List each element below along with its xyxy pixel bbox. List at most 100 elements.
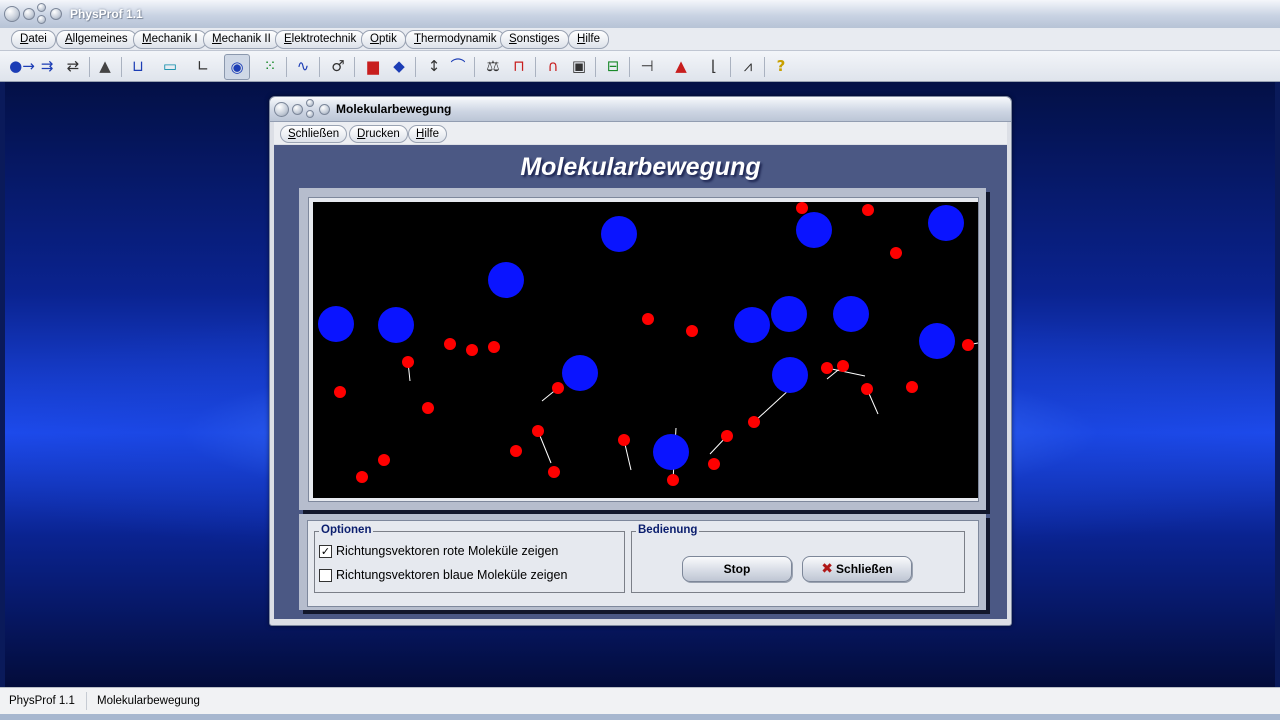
molecule-simulation [318,202,979,486]
control-frame: Optionen ✓ Richtungsvektoren rote Molekü… [307,520,979,607]
menu-mechanik-1[interactable]: Mechanik I [133,30,207,49]
collision-icon[interactable]: ●→ [9,54,35,78]
incline-icon[interactable]: ▲ [93,54,117,78]
container-icon[interactable]: ⊔ [126,54,150,78]
red-molecule [962,339,974,351]
dialog-minimize-button[interactable] [292,104,303,115]
red-molecule [444,338,456,350]
dialog-titlebar: Molekularbewegung [270,97,1011,122]
blue-molecule [562,355,598,391]
menu-sonstiges[interactable]: Sonstiges [500,30,569,49]
toolbar-separator [730,57,731,77]
red-molecule [548,466,560,478]
red-vectors-label[interactable]: Richtungsvektoren rote Moleküle zeigen [336,544,558,558]
menu-thermodynamik[interactable]: Thermodynamik [405,30,506,49]
window-menu-button[interactable] [50,8,62,20]
menu-hilfe[interactable]: Hilfe [568,30,610,49]
dialog-close-button[interactable] [274,102,289,117]
close-button[interactable]: ✖ Schließen [802,556,912,582]
close-button-label: Schließen [836,562,893,576]
menubar: Datei Allgemeines Mechanik I Mechanik II… [0,28,1280,51]
app-titlebar: PhysProf 1.1 [0,0,1280,29]
red-molecule [642,313,654,325]
red-molecule [667,474,679,486]
status-app-name: PhysProf 1.1 [9,695,75,707]
magnet-icon[interactable]: ∩ [541,54,565,78]
dialog-menu-button[interactable] [319,104,330,115]
toolbar-separator [629,57,630,77]
dialog-menu-schliessen[interactable]: Schließen [280,125,348,143]
options-group-label: Optionen [319,524,374,536]
blue-molecule [488,262,524,298]
spectrum-icon[interactable]: ⩘ [736,54,760,78]
menu-mechanik-2[interactable]: Mechanik II [203,30,280,49]
red-molecule [686,325,698,337]
diamond-icon[interactable]: ◆ [387,54,411,78]
blue-vectors-checkbox[interactable] [319,568,332,582]
window-bottom-edge [0,714,1280,720]
red-molecule [488,341,500,353]
blue-vectors-label[interactable]: Richtungsvektoren blaue Moleküle zeigen [336,568,567,582]
balance-icon[interactable]: ⇉ [35,54,59,78]
dialog-title: Molekularbewegung [336,102,452,116]
control-panel: Optionen ✓ Richtungsvektoren rote Molekü… [299,514,986,610]
blue-molecule [771,296,807,332]
menu-allgemeines[interactable]: Allgemeines [56,30,137,49]
options-group: Optionen ✓ Richtungsvektoren rote Molekü… [314,524,625,593]
blue-molecule [772,357,808,393]
toolbar-separator [415,57,416,77]
toolbar-separator [121,57,122,77]
blue-molecule [928,205,964,241]
red-molecule [552,382,564,394]
decay-icon[interactable]: ⌊ [702,54,726,78]
prism-icon[interactable]: ▲ [669,54,693,78]
blue-vectors-option[interactable]: Richtungsvektoren blaue Moleküle zeigen [319,568,567,582]
gender-icon[interactable]: ♂ [326,54,350,78]
red-molecule [532,425,544,437]
lever-icon[interactable]: ▭ [158,54,182,78]
stop-button[interactable]: Stop [682,556,792,582]
dialog-menu-hilfe[interactable]: Hilfe [408,125,448,143]
gauge-icon[interactable]: ⊣ [635,54,659,78]
controls-group-label: Bedienung [636,524,700,536]
red-molecule [796,202,808,214]
blue-molecule [318,306,354,342]
plug-icon[interactable]: ▣ [567,54,591,78]
red-vectors-checkbox[interactable]: ✓ [319,544,332,558]
blue-molecule [378,307,414,343]
circuit-icon[interactable]: ⊟ [601,54,625,78]
help-icon[interactable]: ? [769,54,793,78]
dialog-menu-drucken[interactable]: Drucken [349,125,408,143]
blue-molecule [734,307,770,343]
axes-icon[interactable]: ∟ [191,54,215,78]
dialog-restore-button[interactable] [306,110,314,118]
menu-optik[interactable]: Optik [361,30,406,49]
frame-icon[interactable]: ⊓ [507,54,531,78]
red-molecule [510,445,522,457]
dialog-body: Molekularbewegung Optionen ✓ Richtungsve… [274,145,1007,619]
vertical-arrow-icon[interactable]: ↕ [422,54,446,78]
dots-grid-icon[interactable]: ⁙ [258,54,282,78]
red-molecule [890,247,902,259]
window-close-button[interactable] [4,6,20,22]
toolbar-separator [595,57,596,77]
window-minimize-button[interactable] [23,8,35,20]
wave-icon[interactable]: ∿ [291,54,315,78]
menu-elektrotechnik[interactable]: Elektrotechnik [275,30,366,49]
red-molecule [861,383,873,395]
status-module-name: Molekularbewegung [97,695,200,707]
blue-molecule [919,323,955,359]
red-vectors-option[interactable]: ✓ Richtungsvektoren rote Moleküle zeigen [319,544,558,558]
exchange-icon[interactable]: ⇄ [61,54,85,78]
dialog-maximize-button[interactable] [306,99,314,107]
scale-icon[interactable]: ⚖ [481,54,505,78]
curve-icon[interactable]: ⌒ [446,54,470,78]
menu-datei[interactable]: Datei [11,30,56,49]
eye-icon[interactable]: ◉ [224,54,250,80]
red-molecule [378,454,390,466]
window-maximize-button[interactable] [37,3,46,12]
toolbar-separator [764,57,765,77]
block-icon[interactable]: ▆ [361,54,385,78]
window-restore-button[interactable] [37,15,46,24]
simulation-frame [308,197,979,502]
